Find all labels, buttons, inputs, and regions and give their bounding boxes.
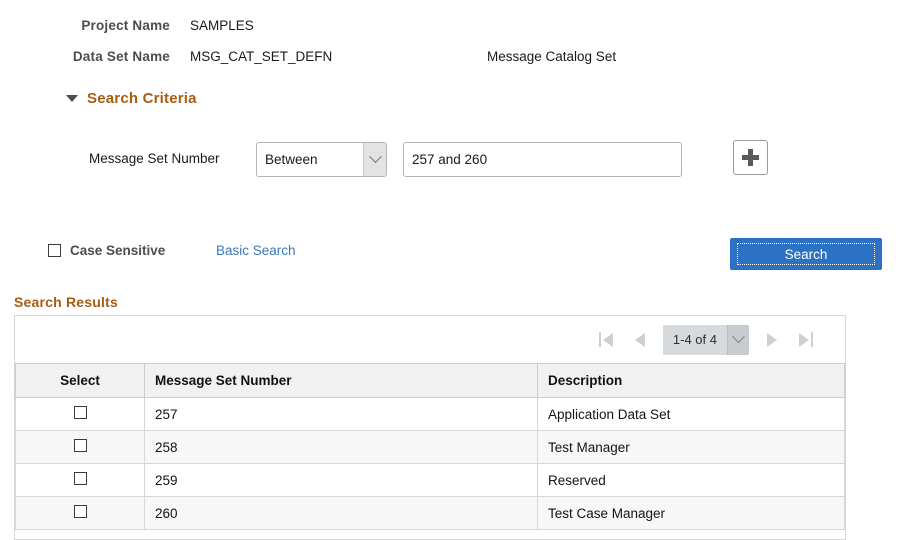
row-message-set-number: 257 bbox=[145, 398, 538, 431]
search-results-panel: 1-4 of 4 Select Message Set Number Descr… bbox=[14, 315, 846, 540]
project-name-value: SAMPLES bbox=[190, 18, 254, 33]
first-page-icon[interactable] bbox=[589, 328, 623, 352]
pagination-counter[interactable]: 1-4 of 4 bbox=[663, 325, 749, 355]
row-select-checkbox[interactable] bbox=[74, 406, 87, 419]
case-sensitive-control[interactable]: Case Sensitive bbox=[48, 243, 165, 258]
row-select-cell[interactable] bbox=[16, 497, 145, 530]
search-criteria-toggle[interactable]: Search Criteria bbox=[66, 90, 197, 107]
row-select-cell[interactable] bbox=[16, 431, 145, 464]
pagination-counter-text: 1-4 of 4 bbox=[663, 332, 727, 347]
row-select-checkbox[interactable] bbox=[74, 505, 87, 518]
criteria-value-input[interactable] bbox=[403, 142, 682, 177]
column-header-message-set-number: Message Set Number bbox=[145, 364, 538, 398]
operator-select-value: Between bbox=[265, 152, 318, 167]
caret-down-icon bbox=[66, 95, 78, 102]
row-description: Test Manager bbox=[538, 431, 845, 464]
pagination-chevron-down-icon[interactable] bbox=[727, 325, 749, 355]
data-set-name-label: Data Set Name bbox=[0, 49, 170, 64]
data-set-description: Message Catalog Set bbox=[487, 49, 616, 64]
row-message-set-number: 260 bbox=[145, 497, 538, 530]
search-button[interactable]: Search bbox=[730, 238, 882, 270]
column-header-select: Select bbox=[16, 364, 145, 398]
search-results-table: Select Message Set Number Description 25… bbox=[15, 363, 845, 530]
table-row[interactable]: 258 Test Manager bbox=[16, 431, 845, 464]
case-sensitive-checkbox[interactable] bbox=[48, 244, 61, 257]
table-row[interactable]: 259 Reserved bbox=[16, 464, 845, 497]
operator-select[interactable]: Between bbox=[256, 142, 387, 177]
row-message-set-number: 259 bbox=[145, 464, 538, 497]
table-header-row: Select Message Set Number Description bbox=[16, 364, 845, 398]
project-name-row: Project Name SAMPLES bbox=[0, 18, 420, 33]
previous-page-icon[interactable] bbox=[623, 328, 657, 352]
table-row[interactable]: 260 Test Case Manager bbox=[16, 497, 845, 530]
table-row[interactable]: 257 Application Data Set bbox=[16, 398, 845, 431]
project-name-label: Project Name bbox=[0, 18, 170, 33]
table-body: 257 Application Data Set 258 Test Manage… bbox=[16, 398, 845, 530]
criteria-row: Message Set Number Between bbox=[0, 141, 905, 179]
row-message-set-number: 258 bbox=[145, 431, 538, 464]
row-select-cell[interactable] bbox=[16, 398, 145, 431]
message-set-number-label: Message Set Number bbox=[89, 151, 220, 166]
add-criteria-button[interactable] bbox=[733, 140, 768, 175]
basic-search-link[interactable]: Basic Search bbox=[216, 243, 296, 258]
row-description: Reserved bbox=[538, 464, 845, 497]
options-row: Case Sensitive Basic Search Search bbox=[0, 238, 905, 272]
chevron-down-icon bbox=[363, 143, 386, 176]
row-description: Application Data Set bbox=[538, 398, 845, 431]
pagination-bar: 1-4 of 4 bbox=[15, 316, 845, 363]
plus-icon bbox=[742, 149, 759, 166]
row-select-checkbox[interactable] bbox=[74, 439, 87, 452]
row-description: Test Case Manager bbox=[538, 497, 845, 530]
search-criteria-title: Search Criteria bbox=[87, 90, 197, 107]
row-select-checkbox[interactable] bbox=[74, 472, 87, 485]
search-button-label: Search bbox=[737, 243, 875, 265]
next-page-icon[interactable] bbox=[755, 328, 789, 352]
row-select-cell[interactable] bbox=[16, 464, 145, 497]
data-set-name-row: Data Set Name MSG_CAT_SET_DEFN bbox=[0, 49, 420, 64]
search-results-title: Search Results bbox=[14, 294, 118, 310]
last-page-icon[interactable] bbox=[789, 328, 823, 352]
case-sensitive-label: Case Sensitive bbox=[70, 243, 165, 258]
data-set-name-value: MSG_CAT_SET_DEFN bbox=[190, 49, 332, 64]
column-header-description: Description bbox=[538, 364, 845, 398]
